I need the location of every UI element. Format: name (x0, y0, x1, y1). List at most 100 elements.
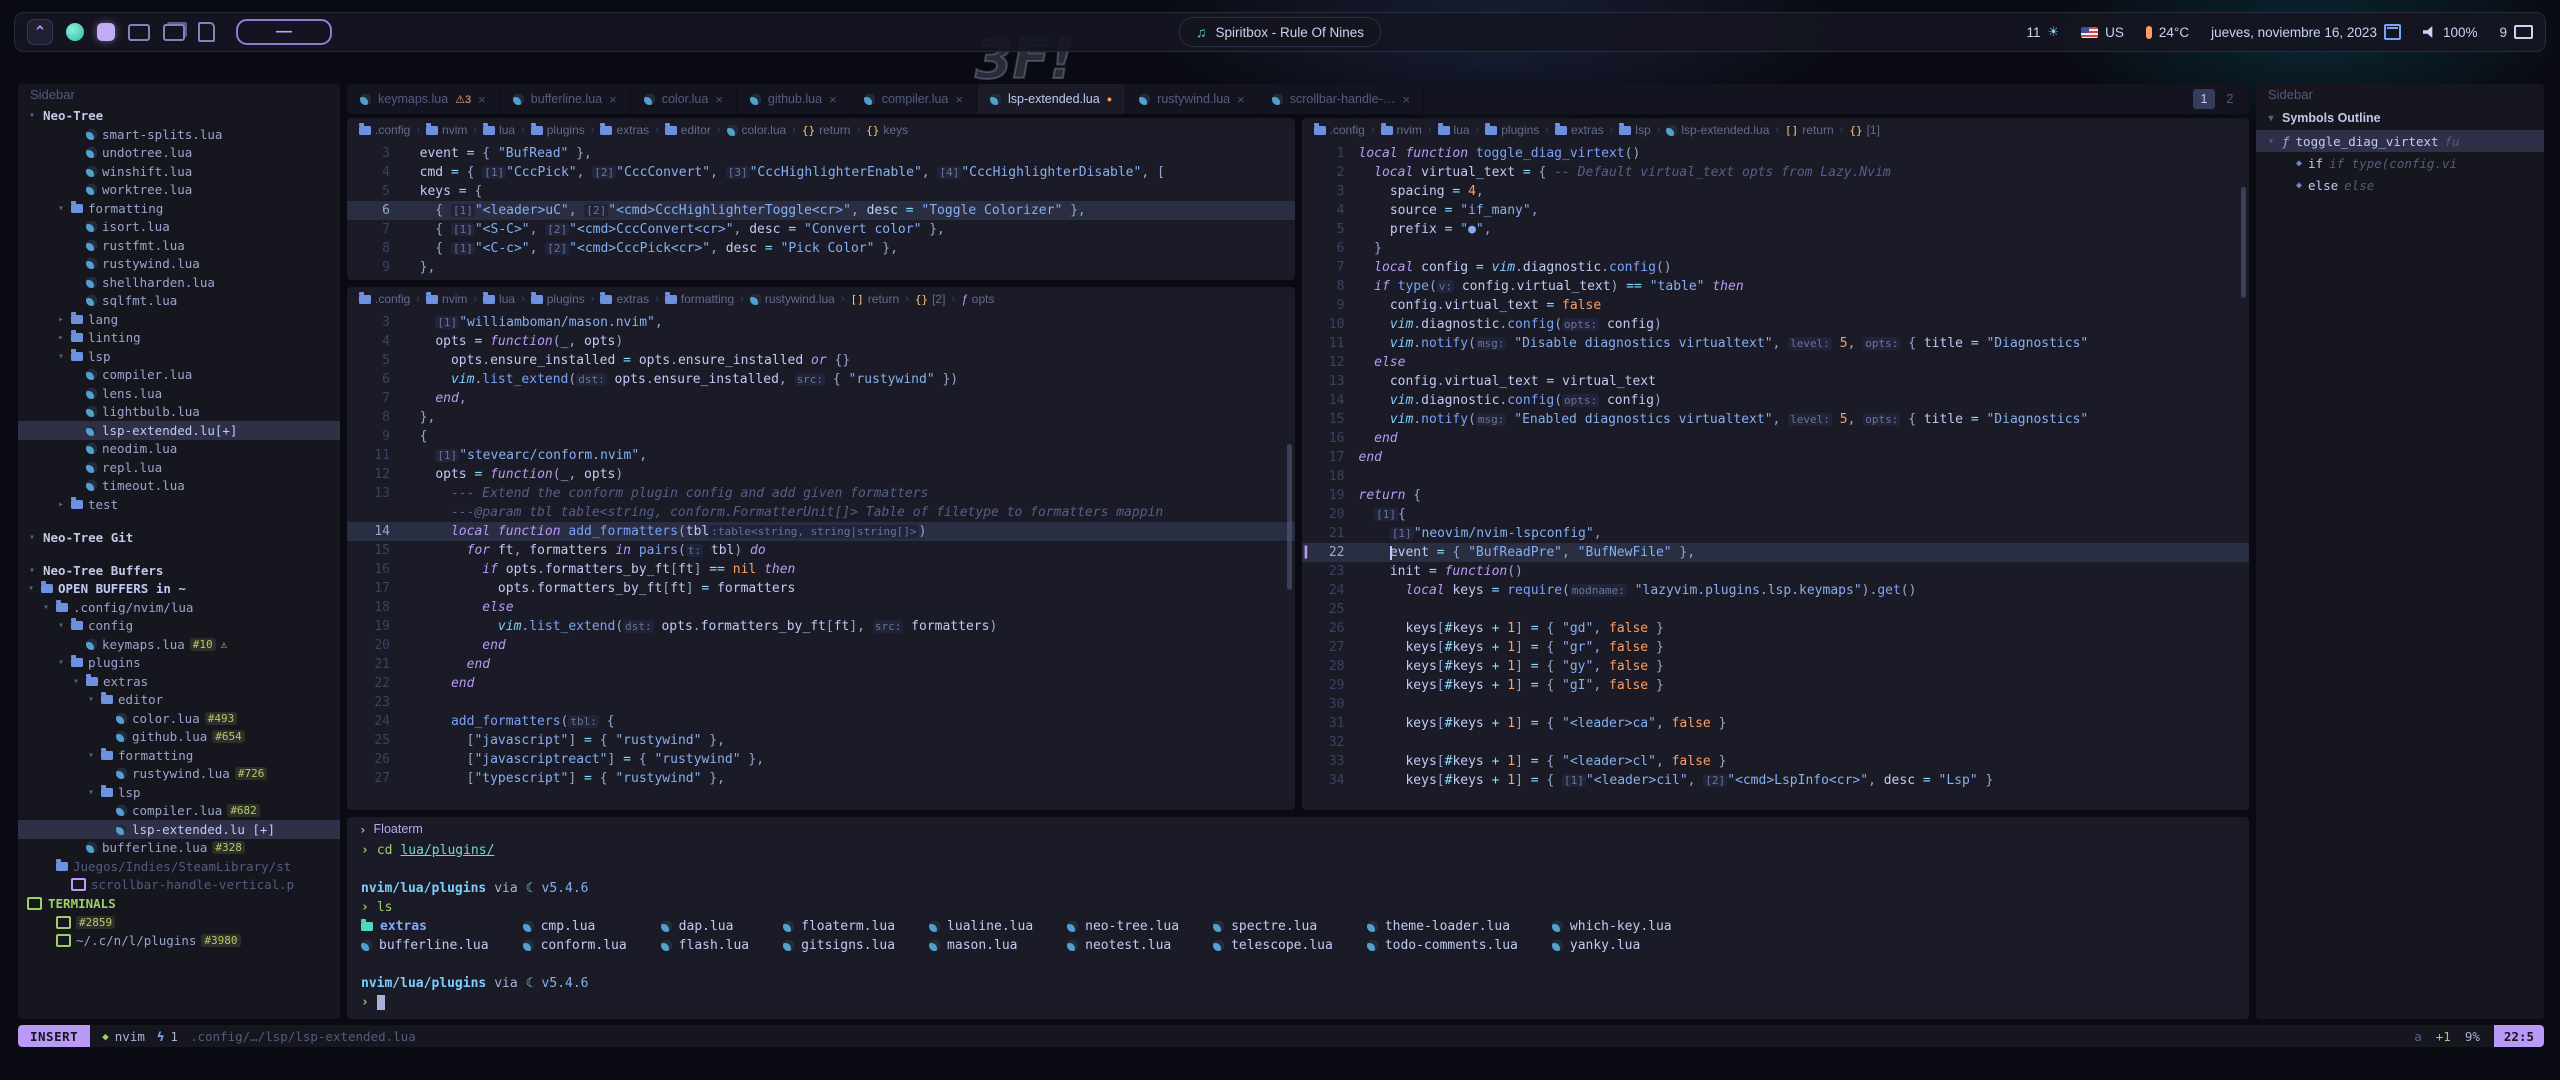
tab-close-icon[interactable]: × (715, 92, 723, 107)
tree-item-undotree-lua[interactable]: undotree.lua (18, 144, 340, 163)
code-line[interactable]: 29 keys[#keys + 1] = { "gI", false } (1302, 676, 2250, 695)
clock[interactable]: jueves, noviembre 16, 2023 (2211, 24, 2401, 40)
code-line[interactable]: 9 { (347, 427, 1295, 446)
code-line[interactable]: 5 opts.ensure_installed = opts.ensure_in… (347, 351, 1295, 370)
tree-item-lsp[interactable]: ▾lsp (18, 783, 340, 802)
tree-item-smart-splits-lua[interactable]: smart-splits.lua (18, 125, 340, 144)
launcher-button[interactable]: ^ (27, 19, 53, 45)
listing-entry-neotest-lua[interactable]: neotest.lua (1067, 936, 1179, 955)
code-line[interactable]: 4 cmd = { [1]"CccPick", [2]"CccConvert",… (347, 163, 1295, 182)
code-line[interactable]: 23 (347, 693, 1295, 712)
breadcrumb-item[interactable]: editor (665, 123, 711, 137)
code-line[interactable]: 19return { (1302, 486, 2250, 505)
breadcrumb-item[interactable]: []return (1785, 123, 1834, 137)
tree-item-winshift-lua[interactable]: winshift.lua (18, 162, 340, 181)
tree-item-extras[interactable]: ▾extras (18, 672, 340, 691)
tree-item-lens-lua[interactable]: lens.lua (18, 384, 340, 403)
tab-rustywind-lua[interactable]: rustywind.lua× (1126, 84, 1259, 114)
code-line[interactable]: 7 end, (347, 389, 1295, 408)
active-app-icon[interactable] (97, 23, 115, 41)
listing-entry-mason-lua[interactable]: mason.lua (929, 936, 1033, 955)
now-playing[interactable]: Spiritbox - Rule Of Nines (1179, 17, 1381, 47)
tab-bufferline-lua[interactable]: bufferline.lua× (500, 84, 631, 114)
breadcrumb-item[interactable]: .config (359, 123, 410, 137)
code-line[interactable]: 9 config.virtual_text = false (1302, 296, 2250, 315)
tabpage-2[interactable]: 2 (2219, 89, 2241, 109)
tree-item-color-lua[interactable]: color.lua#493 (18, 709, 340, 728)
code-line[interactable]: 34 keys[#keys + 1] = { [1]"<leader>cil",… (1302, 771, 2250, 790)
code-line[interactable]: 32 (1302, 733, 2250, 752)
tree-item-isort-lua[interactable]: isort.lua (18, 218, 340, 237)
code-line[interactable]: 13 config.virtual_text = virtual_text (1302, 372, 2250, 391)
breadcrumb-item[interactable]: extras (1555, 123, 1604, 137)
code-line[interactable]: 15 vim.notify(msg: "Enabled diagnostics … (1302, 410, 2250, 429)
tree-item-scrollbar-handle-vertical-p[interactable]: scrollbar-handle-vertical.p (18, 876, 340, 895)
tree-item-c-n-l-plugins[interactable]: ~/.c/n/l/plugins#3980 (18, 932, 340, 951)
file-icon[interactable] (198, 22, 215, 42)
tab-close-icon[interactable]: × (478, 92, 486, 107)
browser-icon[interactable] (66, 23, 84, 41)
tree-item-neodim-lua[interactable]: neodim.lua (18, 440, 340, 459)
code-line[interactable]: 17end (1302, 448, 2250, 467)
tree-item-test[interactable]: ▸test (18, 495, 340, 514)
code-line[interactable]: 30 (1302, 695, 2250, 714)
tree-item-plugins[interactable]: ▾plugins (18, 654, 340, 673)
code-line[interactable]: 8 { [1]"<C-c>", [2]"<cmd>CccPick<cr>", d… (347, 239, 1295, 258)
code-line[interactable]: 21 [1]"neovim/nvim-lspconfig", (1302, 524, 2250, 543)
listing-entry-spectre-lua[interactable]: spectre.lua (1213, 917, 1333, 936)
breadcrumb-item[interactable]: plugins (1485, 123, 1539, 137)
tree-item-open-buffers-in[interactable]: ▾OPEN BUFFERS in ~ (18, 580, 340, 599)
code-line[interactable]: 25 (1302, 600, 2250, 619)
listing-entry-lualine-lua[interactable]: lualine.lua (929, 917, 1033, 936)
tree-item-lang[interactable]: ▸lang (18, 310, 340, 329)
breadcrumb-item[interactable]: plugins (531, 123, 585, 137)
tree-item-rustfmt-lua[interactable]: rustfmt.lua (18, 236, 340, 255)
code-line[interactable]: 13 --- Extend the conform plugin config … (347, 484, 1295, 503)
tree-item-lsp-extended-lu[interactable]: lsp-extended.lu[+] (18, 421, 340, 440)
code-line[interactable]: 23 init = function() (1302, 562, 2250, 581)
code-line[interactable]: 22 end (347, 674, 1295, 693)
code-line[interactable]: 28 keys[#keys + 1] = { "gy", false } (1302, 657, 2250, 676)
code-line[interactable]: 6 vim.list_extend(dst: opts.ensure_insta… (347, 370, 1295, 389)
code-line[interactable]: 5 keys = { (347, 182, 1295, 201)
outline-item-if[interactable]: ◈ifif type(config.vi (2256, 152, 2544, 174)
listing-entry-bufferline-lua[interactable]: bufferline.lua (361, 936, 489, 955)
listing-entry-conform-lua[interactable]: conform.lua (523, 936, 627, 955)
code-line[interactable]: ---@param tbl table<string, conform.Form… (347, 503, 1295, 522)
section-header-neo-tree-git[interactable]: ▾Neo-Tree Git (18, 528, 340, 547)
keyboard-layout[interactable]: US (2081, 25, 2124, 40)
tree-item-lightbulb-lua[interactable]: lightbulb.lua (18, 403, 340, 422)
tab-close-icon[interactable]: × (829, 92, 837, 107)
tree-item-sqlfmt-lua[interactable]: sqlfmt.lua (18, 292, 340, 311)
code-line[interactable]: 21 end (347, 655, 1295, 674)
code-line[interactable]: 20 [1]{ (1302, 505, 2250, 524)
listing-entry-todo-comments-lua[interactable]: todo-comments.lua (1367, 936, 1518, 955)
tree-item-linting[interactable]: ▸linting (18, 329, 340, 348)
tab-scrollbar-handle[interactable]: scrollbar-handle-…× (1259, 84, 1424, 114)
breadcrumb-item[interactable]: {}return (802, 123, 851, 137)
listing-entry-telescope-lua[interactable]: telescope.lua (1213, 936, 1333, 955)
listing-entry-extras[interactable]: extras (361, 917, 489, 936)
code-line[interactable]: 12 else (1302, 353, 2250, 372)
code-line[interactable]: 6 } (1302, 239, 2250, 258)
code-line[interactable]: 8 }, (347, 408, 1295, 427)
tree-item-rustywind-lua[interactable]: rustywind.lua#726 (18, 765, 340, 784)
tray-indicator[interactable]: 9 (2499, 25, 2533, 40)
breadcrumb-item[interactable]: []return (851, 292, 900, 306)
code-line[interactable]: 31 keys[#keys + 1] = { "<leader>ca", fal… (1302, 714, 2250, 733)
breadcrumb-item[interactable]: {}keys (866, 123, 908, 137)
workspaces-icon[interactable] (163, 24, 185, 41)
code-line[interactable]: 8 if type(v: config.virtual_text) == "ta… (1302, 277, 2250, 296)
code-line[interactable]: 11 vim.notify(msg: "Disable diagnostics … (1302, 334, 2250, 353)
code-line[interactable]: 18 (1302, 467, 2250, 486)
code-line[interactable]: 11 [1]"stevearc/conform.nvim", (347, 446, 1295, 465)
code-line[interactable]: 4 source = "if_many", (1302, 201, 2250, 220)
code-line[interactable]: 1local function toggle_diag_virtext() (1302, 144, 2250, 163)
terminal-body[interactable]: ›cdlua/plugins/nvim/lua/pluginsvia☾v5.4.… (347, 841, 2249, 1012)
code-line[interactable]: 3 spacing = 4, (1302, 182, 2250, 201)
code-line[interactable]: 24 add_formatters(tbl: { (347, 712, 1295, 731)
tree-item-formatting[interactable]: ▾formatting (18, 199, 340, 218)
breadcrumb-item[interactable]: lsp-extended.lua (1666, 123, 1769, 137)
code-line[interactable]: 18 else (347, 598, 1295, 617)
code-line[interactable]: 7 local config = vim.diagnostic.config() (1302, 258, 2250, 277)
